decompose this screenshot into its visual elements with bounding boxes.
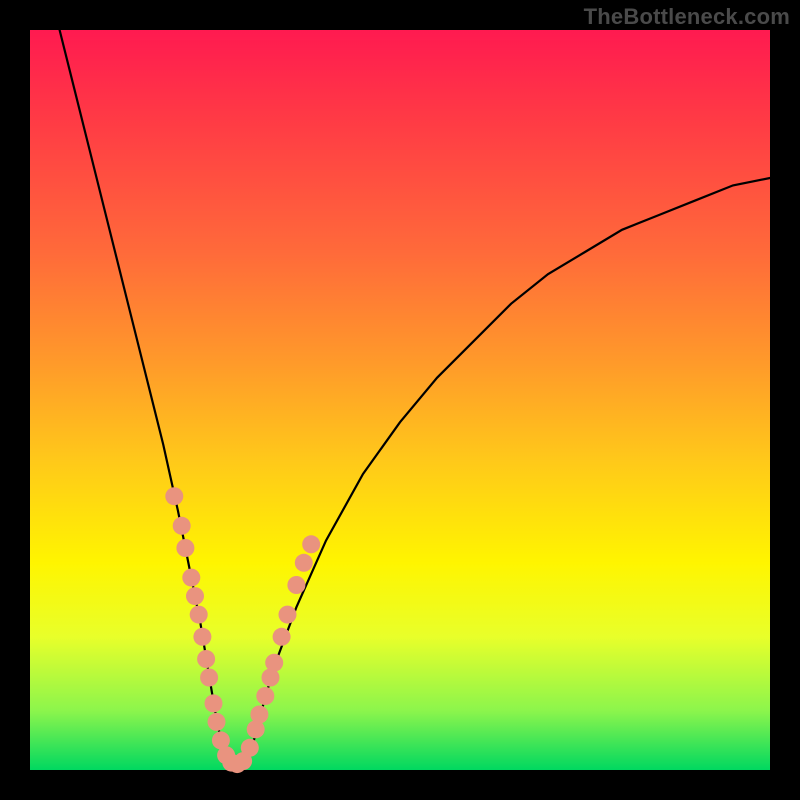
chart-frame: TheBottleneck.com [0,0,800,800]
scatter-point [241,739,259,757]
scatter-point [302,535,320,553]
scatter-point [208,713,226,731]
scatter-point [295,554,313,572]
scatter-point [279,606,297,624]
scatter-point [176,539,194,557]
scatter-point [197,650,215,668]
scatter-point [190,606,208,624]
scatter-point [182,569,200,587]
scatter-point [273,628,291,646]
scatter-point [256,687,274,705]
scatter-point [250,706,268,724]
scatter-point [205,694,223,712]
chart-plot-area [30,30,770,770]
scatter-point [265,654,283,672]
scatter-point [186,587,204,605]
chart-svg [30,30,770,770]
scatter-point [193,628,211,646]
scatter-point [200,669,218,687]
scatter-point [287,576,305,594]
scatter-point [173,517,191,535]
watermark-text: TheBottleneck.com [584,4,790,30]
bottleneck-curve [60,30,770,766]
scatter-points [165,487,320,773]
scatter-point [165,487,183,505]
